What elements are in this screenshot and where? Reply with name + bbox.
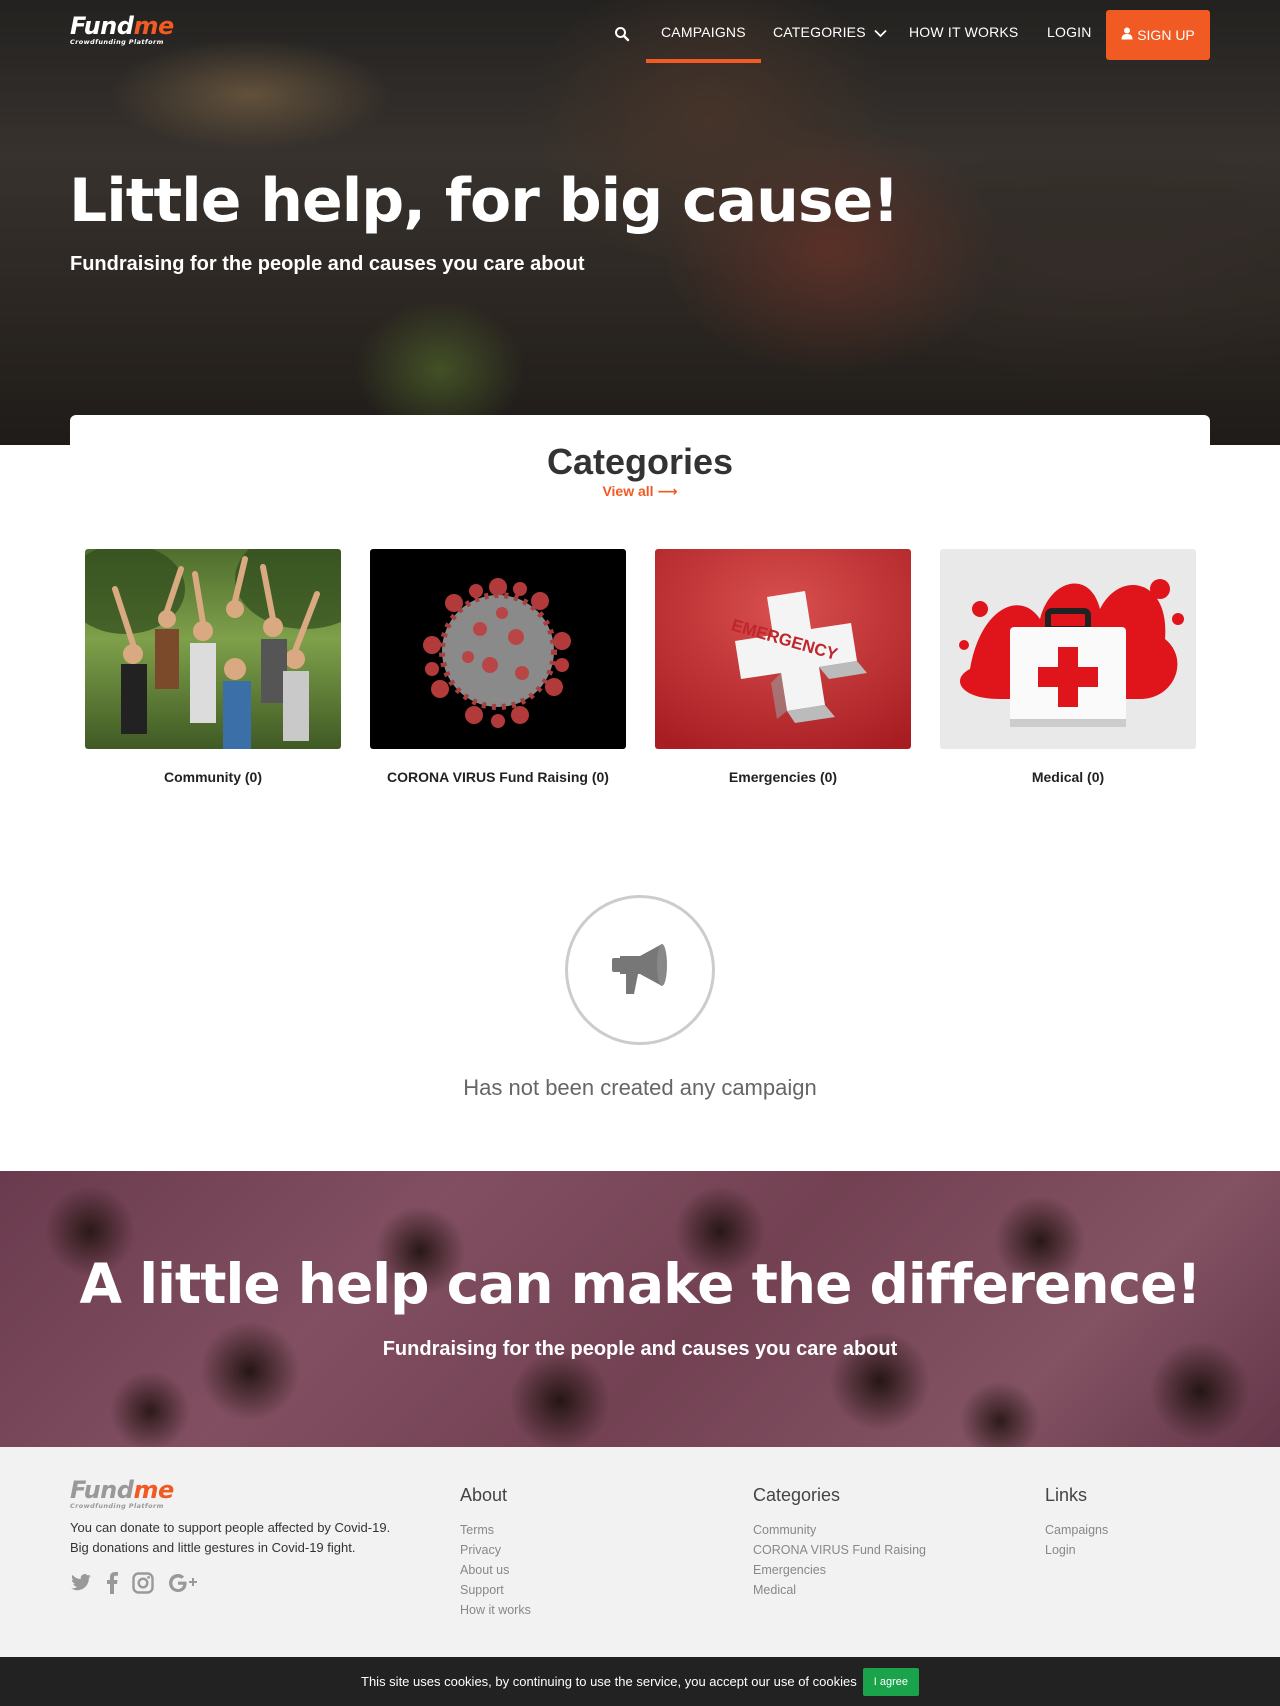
cookie-message: This site uses cookies, by continuing to… [361,1674,857,1689]
megaphone-icon [610,940,670,1001]
nav-how-it-works[interactable]: HOW IT WORKS [909,24,1018,40]
hero-title: Little help, for big cause! [69,166,900,236]
footer-link-about-us[interactable]: About us [460,1560,531,1580]
footer-column-title: About [460,1485,508,1505]
footer-link-login[interactable]: Login [1045,1540,1108,1560]
category-label: CORONA VIRUS Fund Raising (0) [387,769,609,785]
view-all-link[interactable]: View all ⟶ [0,483,1280,500]
banner-subtitle: Fundraising for the people and causes yo… [382,1338,898,1360]
footer-logo[interactable]: Fundme Crowdfunding Platform [70,1478,174,1510]
facebook-icon[interactable] [106,1572,118,1599]
nav-campaigns[interactable]: CAMPAIGNS [646,24,761,63]
footer-links-column: Links Campaigns Login [1045,1485,1108,1560]
footer-link-community[interactable]: Community [753,1520,926,1540]
chevron-down-icon [874,25,887,41]
community-photo [85,549,341,749]
sign-up-button[interactable]: SIGN UP [1106,10,1210,60]
footer-link-emergencies[interactable]: Emergencies [753,1560,926,1580]
footer-column-title: Links [1045,1485,1088,1505]
medical-kit-photo [940,549,1196,749]
footer-link-terms[interactable]: Terms [460,1520,531,1540]
footer-description: You can donate to support people affecte… [70,1520,391,1555]
footer-social [70,1572,200,1599]
footer-about-column: About Terms Privacy About us Support How… [460,1485,531,1620]
category-tile-medical[interactable]: Medical (0) [940,549,1196,785]
footer-link-medical[interactable]: Medical [753,1580,926,1600]
category-label: Emergencies (0) [728,769,838,785]
google-plus-icon[interactable] [168,1573,200,1598]
hero-subtitle: Fundraising for the people and causes yo… [70,253,585,275]
category-tile-emergencies[interactable]: EMERGENCY Emergencies (0) [655,549,911,785]
categories-heading: Categories [546,441,734,482]
category-tile-community[interactable]: Community (0) [85,549,341,785]
user-icon [1121,27,1133,43]
category-label: Medical (0) [1031,769,1105,785]
footer-link-support[interactable]: Support [460,1580,531,1600]
instagram-icon[interactable] [132,1572,154,1599]
twitter-icon[interactable] [70,1574,92,1597]
nav-categories[interactable]: CATEGORIES [773,24,887,41]
cookie-bar: This site uses cookies, by continuing to… [0,1657,1280,1706]
top-nav: Fundme Crowdfunding Platform CAMPAIGNS C… [0,0,1280,70]
banner-title: A little help can make the difference! [79,1252,1202,1316]
emergency-photo: EMERGENCY [655,549,911,749]
cookie-agree-button[interactable]: I agree [862,1667,919,1696]
category-tile-corona-virus[interactable]: CORONA VIRUS Fund Raising (0) [370,549,626,785]
virus-photo [370,549,626,749]
footer-link-privacy[interactable]: Privacy [460,1540,531,1560]
footer-link-how-it-works[interactable]: How it works [460,1600,531,1620]
site-logo[interactable]: Fundme Crowdfunding Platform [70,14,174,46]
nav-login[interactable]: LOGIN [1047,24,1092,40]
category-label: Community (0) [164,769,262,785]
footer-column-title: Categories [753,1485,841,1505]
footer-link-campaigns[interactable]: Campaigns [1045,1520,1108,1540]
footer-link-corona-virus[interactable]: CORONA VIRUS Fund Raising [753,1540,926,1560]
search-icon[interactable] [614,24,634,44]
empty-state-circle [565,895,715,1045]
footer-categories-column: Categories Community CORONA VIRUS Fund R… [753,1485,926,1600]
empty-state-message: Has not been created any campaign [463,1075,817,1100]
